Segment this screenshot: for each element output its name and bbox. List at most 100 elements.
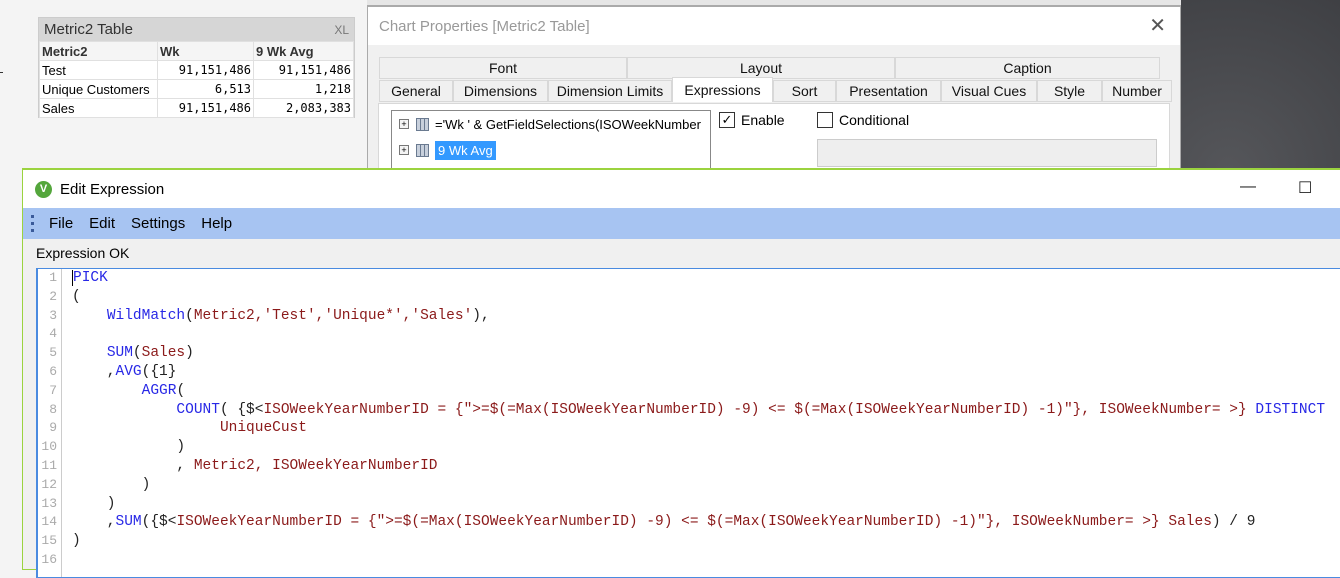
minimize-icon[interactable]: —	[1240, 178, 1256, 196]
code-line: (	[72, 288, 1325, 307]
checkmark-icon: ✓	[719, 112, 735, 128]
menu-settings[interactable]: Settings	[126, 215, 196, 232]
code-line: )	[72, 476, 1325, 495]
window-title: Edit Expression	[60, 180, 165, 198]
code-line: )	[72, 495, 1325, 514]
punctuation-token: )	[185, 345, 194, 362]
punctuation-token: (	[132, 345, 142, 362]
punctuation-token	[72, 402, 176, 418]
enable-checkbox[interactable]: ✓ Enable	[719, 112, 785, 128]
list-item[interactable]: + 9 Wk Avg	[392, 137, 710, 163]
function-token: SUM	[106, 345, 133, 362]
table-row: Test 91,151,486 91,151,486	[39, 60, 354, 80]
tab-presentation[interactable]: Presentation	[836, 80, 941, 102]
function-token: COUNT	[176, 401, 220, 418]
expression-status: Expression OK	[36, 245, 130, 261]
function-token: DISTINCT	[1255, 401, 1326, 418]
code-line: )	[72, 438, 1325, 457]
edit-expression-window: V Edit Expression — ☐ File Edit Settings…	[22, 168, 1340, 578]
punctuation-token: )	[72, 533, 81, 550]
tab-dimension-limits[interactable]: Dimension Limits	[548, 80, 672, 102]
tab-expressions[interactable]: Expressions	[672, 77, 773, 102]
punctuation-token: )	[72, 439, 186, 456]
code-area[interactable]: PICK( WildMatch(Metric2,'Test','Unique*'…	[72, 269, 1325, 570]
line-number: 12	[41, 476, 57, 492]
excel-export-icon[interactable]: XL	[334, 23, 349, 37]
title-bar: V Edit Expression — ☐	[23, 170, 1340, 208]
metric2-table[interactable]: Metric2 Table XL Metric2 Wk 9 Wk Avg Tes…	[38, 17, 355, 118]
punctuation-token: ) / 9	[1211, 514, 1256, 531]
field-token: UniqueCust	[219, 420, 307, 437]
enable-label: Enable	[741, 112, 785, 128]
code-line: WildMatch(Metric2,'Test','Unique*','Sale…	[72, 307, 1325, 326]
column-header[interactable]: Wk	[157, 41, 254, 61]
tab-layout[interactable]: Layout	[627, 57, 895, 79]
punctuation-token: ({$<	[141, 514, 177, 531]
tab-style[interactable]: Style	[1037, 80, 1102, 102]
line-number: 3	[49, 307, 57, 323]
line-number: 13	[41, 495, 57, 511]
field-token: Metric2, ISOWeekYearNumberID	[193, 457, 438, 474]
tab-sort[interactable]: Sort	[773, 80, 836, 102]
cell[interactable]: Test	[39, 60, 158, 80]
tab-visual-cues[interactable]: Visual Cues	[941, 80, 1037, 102]
tab-dimensions[interactable]: Dimensions	[453, 80, 548, 102]
expand-icon[interactable]: +	[399, 119, 409, 129]
conditional-label: Conditional	[839, 112, 910, 128]
expression-label: 9 Wk Avg	[435, 140, 496, 160]
punctuation-token: ( {$<	[219, 401, 264, 418]
line-number: 5	[49, 345, 57, 361]
close-icon[interactable]: ✕	[1149, 13, 1166, 38]
line-number: 6	[49, 363, 57, 379]
column-header[interactable]: 9 Wk Avg	[253, 41, 354, 61]
toolbar-grip-icon[interactable]	[31, 215, 34, 232]
punctuation-token: ),	[472, 307, 490, 324]
field-token: ISOWeekYearNumberID = {">=$(=Max(ISOWeek…	[176, 514, 1212, 531]
conditional-checkbox[interactable]: Conditional	[817, 112, 909, 128]
tab-general[interactable]: General	[379, 80, 453, 102]
menu-file[interactable]: File	[44, 215, 84, 232]
punctuation-token: (	[185, 307, 194, 324]
line-number: 14	[41, 514, 57, 530]
menu-bar: File Edit Settings Help	[23, 208, 1340, 239]
maximize-icon[interactable]: ☐	[1298, 178, 1312, 198]
function-token: SUM	[115, 514, 142, 531]
line-number: 4	[49, 326, 57, 342]
line-number: 8	[49, 401, 57, 417]
column-header[interactable]: Metric2	[39, 41, 158, 61]
list-item[interactable]: + ='Wk ' & GetFieldSelections(ISOWeekNum…	[392, 111, 710, 137]
cell[interactable]: Unique Customers	[39, 79, 158, 99]
tab-caption[interactable]: Caption	[895, 57, 1160, 79]
menu-edit[interactable]: Edit	[84, 215, 126, 232]
field-token: Metric2,'Test','Unique*','Sales'	[193, 307, 473, 324]
cell: 91,151,486	[157, 60, 254, 80]
table: Metric2 Wk 9 Wk Avg Test 91,151,486 91,151…	[39, 41, 354, 118]
checkbox-empty-icon	[817, 112, 833, 128]
table-caption: Metric2 Table XL	[39, 18, 354, 41]
cell[interactable]: Sales	[39, 98, 158, 118]
code-line: AGGR(	[72, 382, 1325, 401]
code-line: SUM(Sales)	[72, 344, 1325, 363]
table-title: Metric2 Table	[44, 21, 133, 38]
expand-icon[interactable]: +	[399, 145, 409, 155]
menu-help[interactable]: Help	[196, 215, 243, 232]
punctuation-token	[72, 383, 142, 399]
cell: 91,151,486	[253, 60, 354, 80]
field-token: Sales	[141, 345, 186, 362]
function-token: AGGR	[141, 382, 177, 399]
cell: 91,151,486	[157, 98, 254, 118]
header-row: Metric2 Wk 9 Wk Avg	[39, 41, 354, 61]
cell: 1,218	[253, 79, 354, 99]
conditional-input[interactable]	[817, 139, 1157, 167]
punctuation-token: )	[72, 495, 116, 512]
tab-font[interactable]: Font	[379, 57, 627, 79]
code-line: ,SUM({$<ISOWeekYearNumberID = {">=$(=Max…	[72, 513, 1325, 532]
table-row: Sales 91,151,486 2,083,383	[39, 98, 354, 118]
code-line: , Metric2, ISOWeekYearNumberID	[72, 457, 1325, 476]
tab-number[interactable]: Number	[1102, 80, 1172, 102]
expression-editor[interactable]: 1 2 3 4 5 6 7 8 9 10 11 12 13 14 15 16 PICK( WildMatch(…	[36, 268, 1340, 578]
dialog-title: Chart Properties [Metric2 Table]	[379, 17, 590, 35]
code-line: COUNT( {$<ISOWeekYearNumberID = {">=$(=M…	[72, 401, 1325, 420]
function-token: WildMatch	[106, 307, 186, 324]
